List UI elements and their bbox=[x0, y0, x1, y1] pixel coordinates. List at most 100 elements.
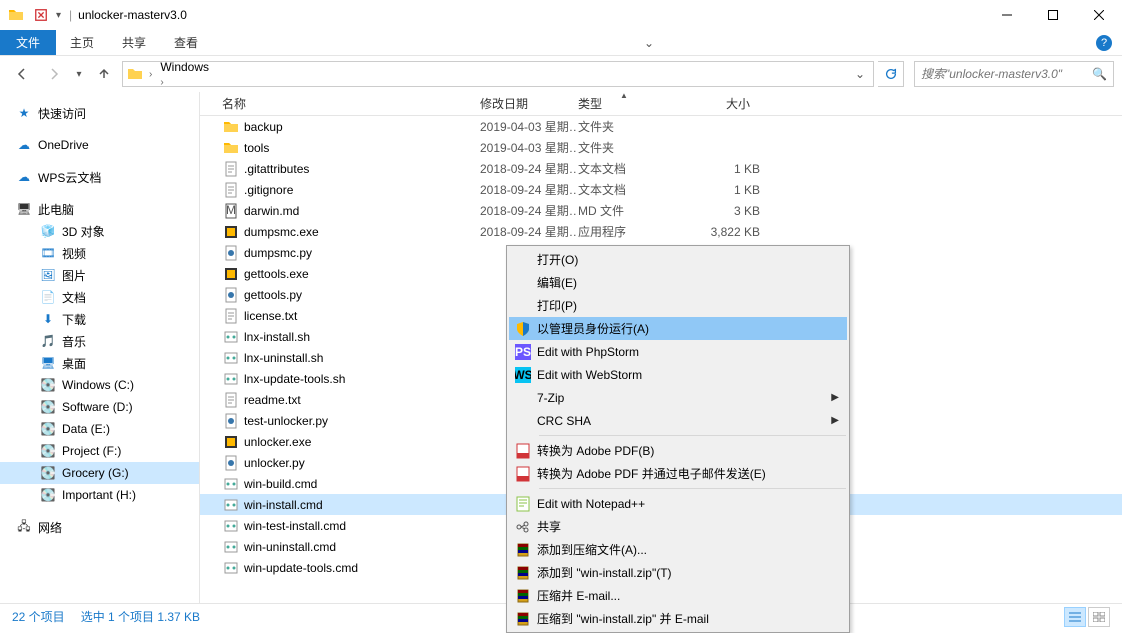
file-name: lnx-update-tools.sh bbox=[244, 372, 480, 386]
menu-item[interactable]: 转换为 Adobe PDF 并通过电子邮件发送(E) bbox=[509, 462, 847, 485]
file-row[interactable]: .gitignore 2018-09-24 星期… 文本文档 1 KB bbox=[200, 179, 1122, 200]
address-dropdown-icon[interactable]: ⌄ bbox=[849, 67, 871, 81]
sort-indicator-icon: ▲ bbox=[620, 91, 628, 100]
menu-item[interactable]: 添加到压缩文件(A)... bbox=[509, 538, 847, 561]
menu-item-icon bbox=[509, 321, 537, 337]
menu-item[interactable]: 编辑(E) bbox=[509, 271, 847, 294]
menu-item[interactable]: Edit with Notepad++ bbox=[509, 492, 847, 515]
sidebar-item[interactable]: 🎵音乐 bbox=[0, 330, 199, 352]
menu-item-icon bbox=[509, 519, 537, 535]
menu-item-label: 添加到压缩文件(A)... bbox=[537, 541, 823, 558]
search-box[interactable]: 🔍 bbox=[914, 61, 1114, 87]
file-row[interactable]: M darwin.md 2018-09-24 星期… MD 文件 3 KB bbox=[200, 200, 1122, 221]
sidebar-item[interactable]: 💽Grocery (G:) bbox=[0, 462, 199, 484]
view-details-button[interactable] bbox=[1064, 607, 1086, 627]
tab-view[interactable]: 查看 bbox=[160, 30, 212, 55]
file-row[interactable]: dumpsmc.exe 2018-09-24 星期… 应用程序 3,822 KB bbox=[200, 221, 1122, 242]
menu-item[interactable]: 压缩并 E-mail... bbox=[509, 584, 847, 607]
sidebar-item[interactable]: 💽Project (F:) bbox=[0, 440, 199, 462]
col-size[interactable]: 大小 bbox=[694, 95, 760, 112]
menu-item[interactable]: 压缩到 "win-install.zip" 并 E-mail bbox=[509, 607, 847, 630]
menu-item[interactable]: 添加到 "win-install.zip"(T) bbox=[509, 561, 847, 584]
sidebar-wps[interactable]: ☁WPS云文档 bbox=[0, 166, 199, 188]
sidebar-item[interactable]: 🖥桌面 bbox=[0, 352, 199, 374]
file-icon bbox=[222, 287, 240, 303]
sidebar-onedrive[interactable]: ☁OneDrive bbox=[0, 134, 199, 156]
file-icon bbox=[222, 350, 240, 366]
file-row[interactable]: tools 2019-04-03 星期… 文件夹 bbox=[200, 137, 1122, 158]
help-button[interactable]: ? bbox=[1086, 30, 1122, 55]
file-row[interactable]: .gitattributes 2018-09-24 星期… 文本文档 1 KB bbox=[200, 158, 1122, 179]
up-button[interactable] bbox=[90, 60, 118, 88]
menu-item[interactable]: WSEdit with WebStorm bbox=[509, 363, 847, 386]
file-name: darwin.md bbox=[244, 204, 480, 218]
tab-share[interactable]: 共享 bbox=[108, 30, 160, 55]
sidebar-item[interactable]: ⬇下载 bbox=[0, 308, 199, 330]
view-large-button[interactable] bbox=[1088, 607, 1110, 627]
ribbon-expand-icon[interactable]: ⌄ bbox=[634, 30, 664, 55]
chevron-right-icon[interactable]: › bbox=[156, 77, 167, 87]
address-bar[interactable]: › 此电脑›Grocery (G:)›Windows›黑苹果Mac OS X 1… bbox=[122, 61, 874, 87]
breadcrumb-item[interactable]: Windows bbox=[156, 61, 444, 74]
menu-item[interactable]: 打印(P) bbox=[509, 294, 847, 317]
file-icon bbox=[222, 329, 240, 345]
sidebar-item[interactable]: 🧊 3D 对象 bbox=[0, 220, 199, 242]
sidebar-item-label: 3D 对象 bbox=[62, 223, 105, 240]
sidebar-item-label: 图片 bbox=[62, 267, 86, 284]
file-name: win-test-install.cmd bbox=[244, 519, 480, 533]
forward-button[interactable] bbox=[40, 60, 68, 88]
close-button[interactable] bbox=[1076, 0, 1122, 30]
menu-item[interactable]: 转换为 Adobe PDF(B) bbox=[509, 439, 847, 462]
sidebar-item[interactable]: 📄文档 bbox=[0, 286, 199, 308]
sidebar-item[interactable]: 💽Software (D:) bbox=[0, 396, 199, 418]
refresh-button[interactable] bbox=[878, 61, 904, 87]
col-date[interactable]: 修改日期 bbox=[480, 95, 578, 112]
sidebar-item[interactable]: 🎞视频 bbox=[0, 242, 199, 264]
file-type: 文本文档 bbox=[578, 160, 694, 177]
file-icon bbox=[222, 413, 240, 429]
tab-file[interactable]: 文件 bbox=[0, 30, 56, 55]
address-bar-row: ▾ › 此电脑›Grocery (G:)›Windows›黑苹果Mac OS X… bbox=[0, 56, 1122, 92]
menu-item-icon bbox=[509, 588, 537, 604]
search-icon[interactable]: 🔍 bbox=[1092, 67, 1107, 81]
svg-text:PS: PS bbox=[515, 345, 531, 359]
sidebar-item[interactable]: 💽Data (E:) bbox=[0, 418, 199, 440]
drive-icon: 🧊 bbox=[40, 223, 56, 239]
menu-item[interactable]: 共享 bbox=[509, 515, 847, 538]
column-headers[interactable]: 名称 ▲ 修改日期 类型 大小 bbox=[200, 92, 1122, 116]
tab-home[interactable]: 主页 bbox=[56, 30, 108, 55]
svg-text:WS: WS bbox=[515, 368, 531, 382]
col-type[interactable]: 类型 bbox=[578, 95, 694, 112]
file-name: test-unlocker.py bbox=[244, 414, 480, 428]
sidebar-item-label: Windows (C:) bbox=[62, 378, 134, 392]
menu-item[interactable]: CRC SHA▶ bbox=[509, 409, 847, 432]
status-selection: 选中 1 个项目 1.37 KB bbox=[81, 608, 200, 625]
col-name[interactable]: 名称 bbox=[222, 95, 480, 112]
menu-item[interactable]: 打开(O) bbox=[509, 248, 847, 271]
menu-item-icon bbox=[509, 466, 537, 482]
sidebar-network[interactable]: 🖧网络 bbox=[0, 516, 199, 538]
file-row[interactable]: backup 2019-04-03 星期… 文件夹 bbox=[200, 116, 1122, 137]
menu-item[interactable]: PSEdit with PhpStorm bbox=[509, 340, 847, 363]
qat-chevron-icon[interactable]: ▾ bbox=[54, 8, 63, 23]
sidebar-quick-access[interactable]: ★快速访问 bbox=[0, 102, 199, 124]
search-input[interactable] bbox=[921, 67, 1092, 81]
menu-item[interactable]: 7-Zip▶ bbox=[509, 386, 847, 409]
drive-icon: 📄 bbox=[40, 289, 56, 305]
sidebar-item[interactable]: 💽Windows (C:) bbox=[0, 374, 199, 396]
back-button[interactable] bbox=[8, 60, 36, 88]
sidebar-item[interactable]: 💽Important (H:) bbox=[0, 484, 199, 506]
menu-item-icon bbox=[509, 611, 537, 627]
chevron-right-icon[interactable]: › bbox=[145, 69, 156, 80]
sidebar-item[interactable]: 🖼图片 bbox=[0, 264, 199, 286]
file-icon bbox=[222, 266, 240, 282]
sidebar-thispc[interactable]: 🖥此电脑 bbox=[0, 198, 199, 220]
recent-dropdown[interactable]: ▾ bbox=[72, 60, 86, 88]
maximize-button[interactable] bbox=[1030, 0, 1076, 30]
minimize-button[interactable] bbox=[984, 0, 1030, 30]
file-name: unlocker.py bbox=[244, 456, 480, 470]
qat-properties-icon[interactable] bbox=[30, 6, 52, 24]
file-type: 文件夹 bbox=[578, 139, 694, 156]
file-name: win-uninstall.cmd bbox=[244, 540, 480, 554]
menu-item[interactable]: 以管理员身份运行(A) bbox=[509, 317, 847, 340]
